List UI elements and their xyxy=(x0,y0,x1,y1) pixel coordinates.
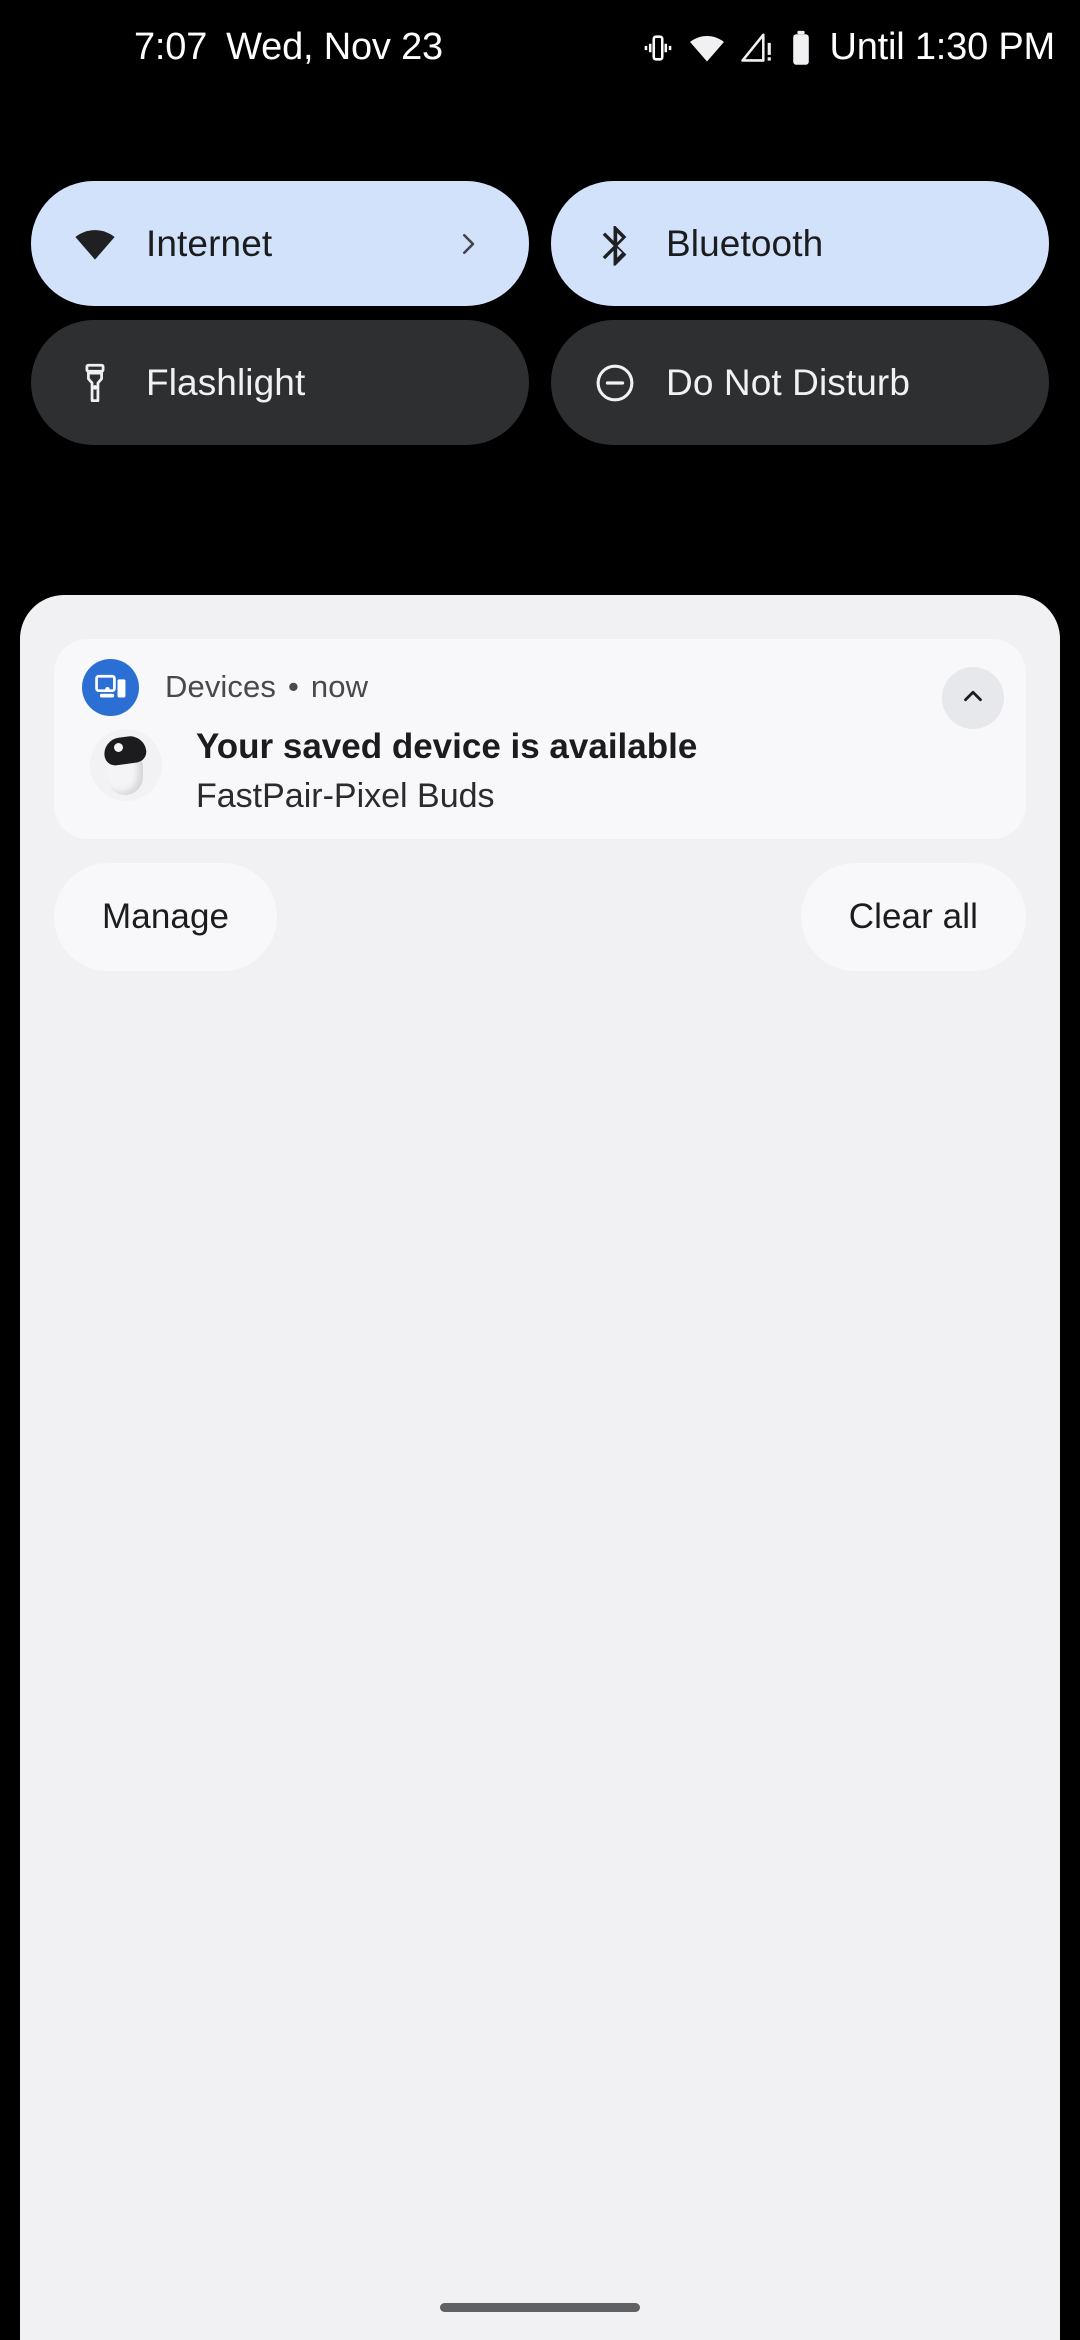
qs-tile-label-flashlight: Flashlight xyxy=(146,361,306,403)
do-not-disturb-icon xyxy=(591,359,638,406)
vibrate-icon xyxy=(641,31,675,65)
notification-shade: Devices • now Your saved device is avail… xyxy=(20,595,1060,2340)
status-bar: 7:07 Wed, Nov 23 Until 1:30 PM xyxy=(0,0,1080,95)
qs-tile-label-internet: Internet xyxy=(146,222,273,264)
notification-header: Devices • now xyxy=(54,639,1026,735)
qs-tile-label-do-not-disturb: Do Not Disturb xyxy=(666,361,911,403)
notification-time: now xyxy=(310,669,369,704)
chevron-right-icon[interactable] xyxy=(453,229,483,259)
qs-tile-label-bluetooth: Bluetooth xyxy=(666,222,824,264)
shade-action-row: Manage Clear all xyxy=(54,863,1026,971)
notification-title: Your saved device is available xyxy=(196,727,698,766)
mobile-signal-alert-icon xyxy=(739,30,775,66)
notification-text-block: Your saved device is available FastPair-… xyxy=(196,725,697,816)
pixel-buds-image xyxy=(90,729,162,801)
flashlight-icon xyxy=(71,359,118,406)
qs-tile-bluetooth[interactable]: Bluetooth xyxy=(551,181,1049,306)
qs-tile-internet[interactable]: Internet xyxy=(31,181,529,306)
status-bar-left: 7:07 Wed, Nov 23 xyxy=(134,0,443,95)
bluetooth-icon xyxy=(591,220,638,267)
android-quick-settings-screen: 7:07 Wed, Nov 23 Until 1:30 PM Internet … xyxy=(0,0,1080,2340)
status-bar-right: Until 1:30 PM xyxy=(641,0,1056,95)
status-bar-date: Wed, Nov 23 xyxy=(226,26,443,68)
notification-separator: • xyxy=(287,669,299,704)
manage-button[interactable]: Manage xyxy=(54,863,278,971)
battery-status-text: Until 1:30 PM xyxy=(829,26,1056,68)
qs-tile-flashlight[interactable]: Flashlight xyxy=(31,320,529,445)
quick-settings-grid: Internet Bluetooth Flashlight Do Not Dis… xyxy=(31,181,1049,445)
notification-card[interactable]: Devices • now Your saved device is avail… xyxy=(54,639,1026,839)
notification-app-name: Devices xyxy=(165,669,276,704)
home-gesture-bar[interactable] xyxy=(440,2303,640,2312)
battery-icon xyxy=(788,30,814,66)
devices-cast-icon xyxy=(82,658,139,716)
notification-collapse-button[interactable] xyxy=(942,667,1004,729)
notification-subtitle: FastPair-Pixel Buds xyxy=(196,777,495,815)
qs-tile-do-not-disturb[interactable]: Do Not Disturb xyxy=(551,320,1049,445)
status-bar-clock: 7:07 xyxy=(134,26,208,68)
wifi-icon xyxy=(71,220,118,267)
clear-all-button[interactable]: Clear all xyxy=(800,863,1026,971)
notification-body: Your saved device is available FastPair-… xyxy=(54,725,1026,816)
wifi-icon xyxy=(688,29,726,67)
clear-all-button-label: Clear all xyxy=(848,897,978,936)
chevron-up-icon xyxy=(958,681,988,716)
manage-button-label: Manage xyxy=(102,897,230,936)
